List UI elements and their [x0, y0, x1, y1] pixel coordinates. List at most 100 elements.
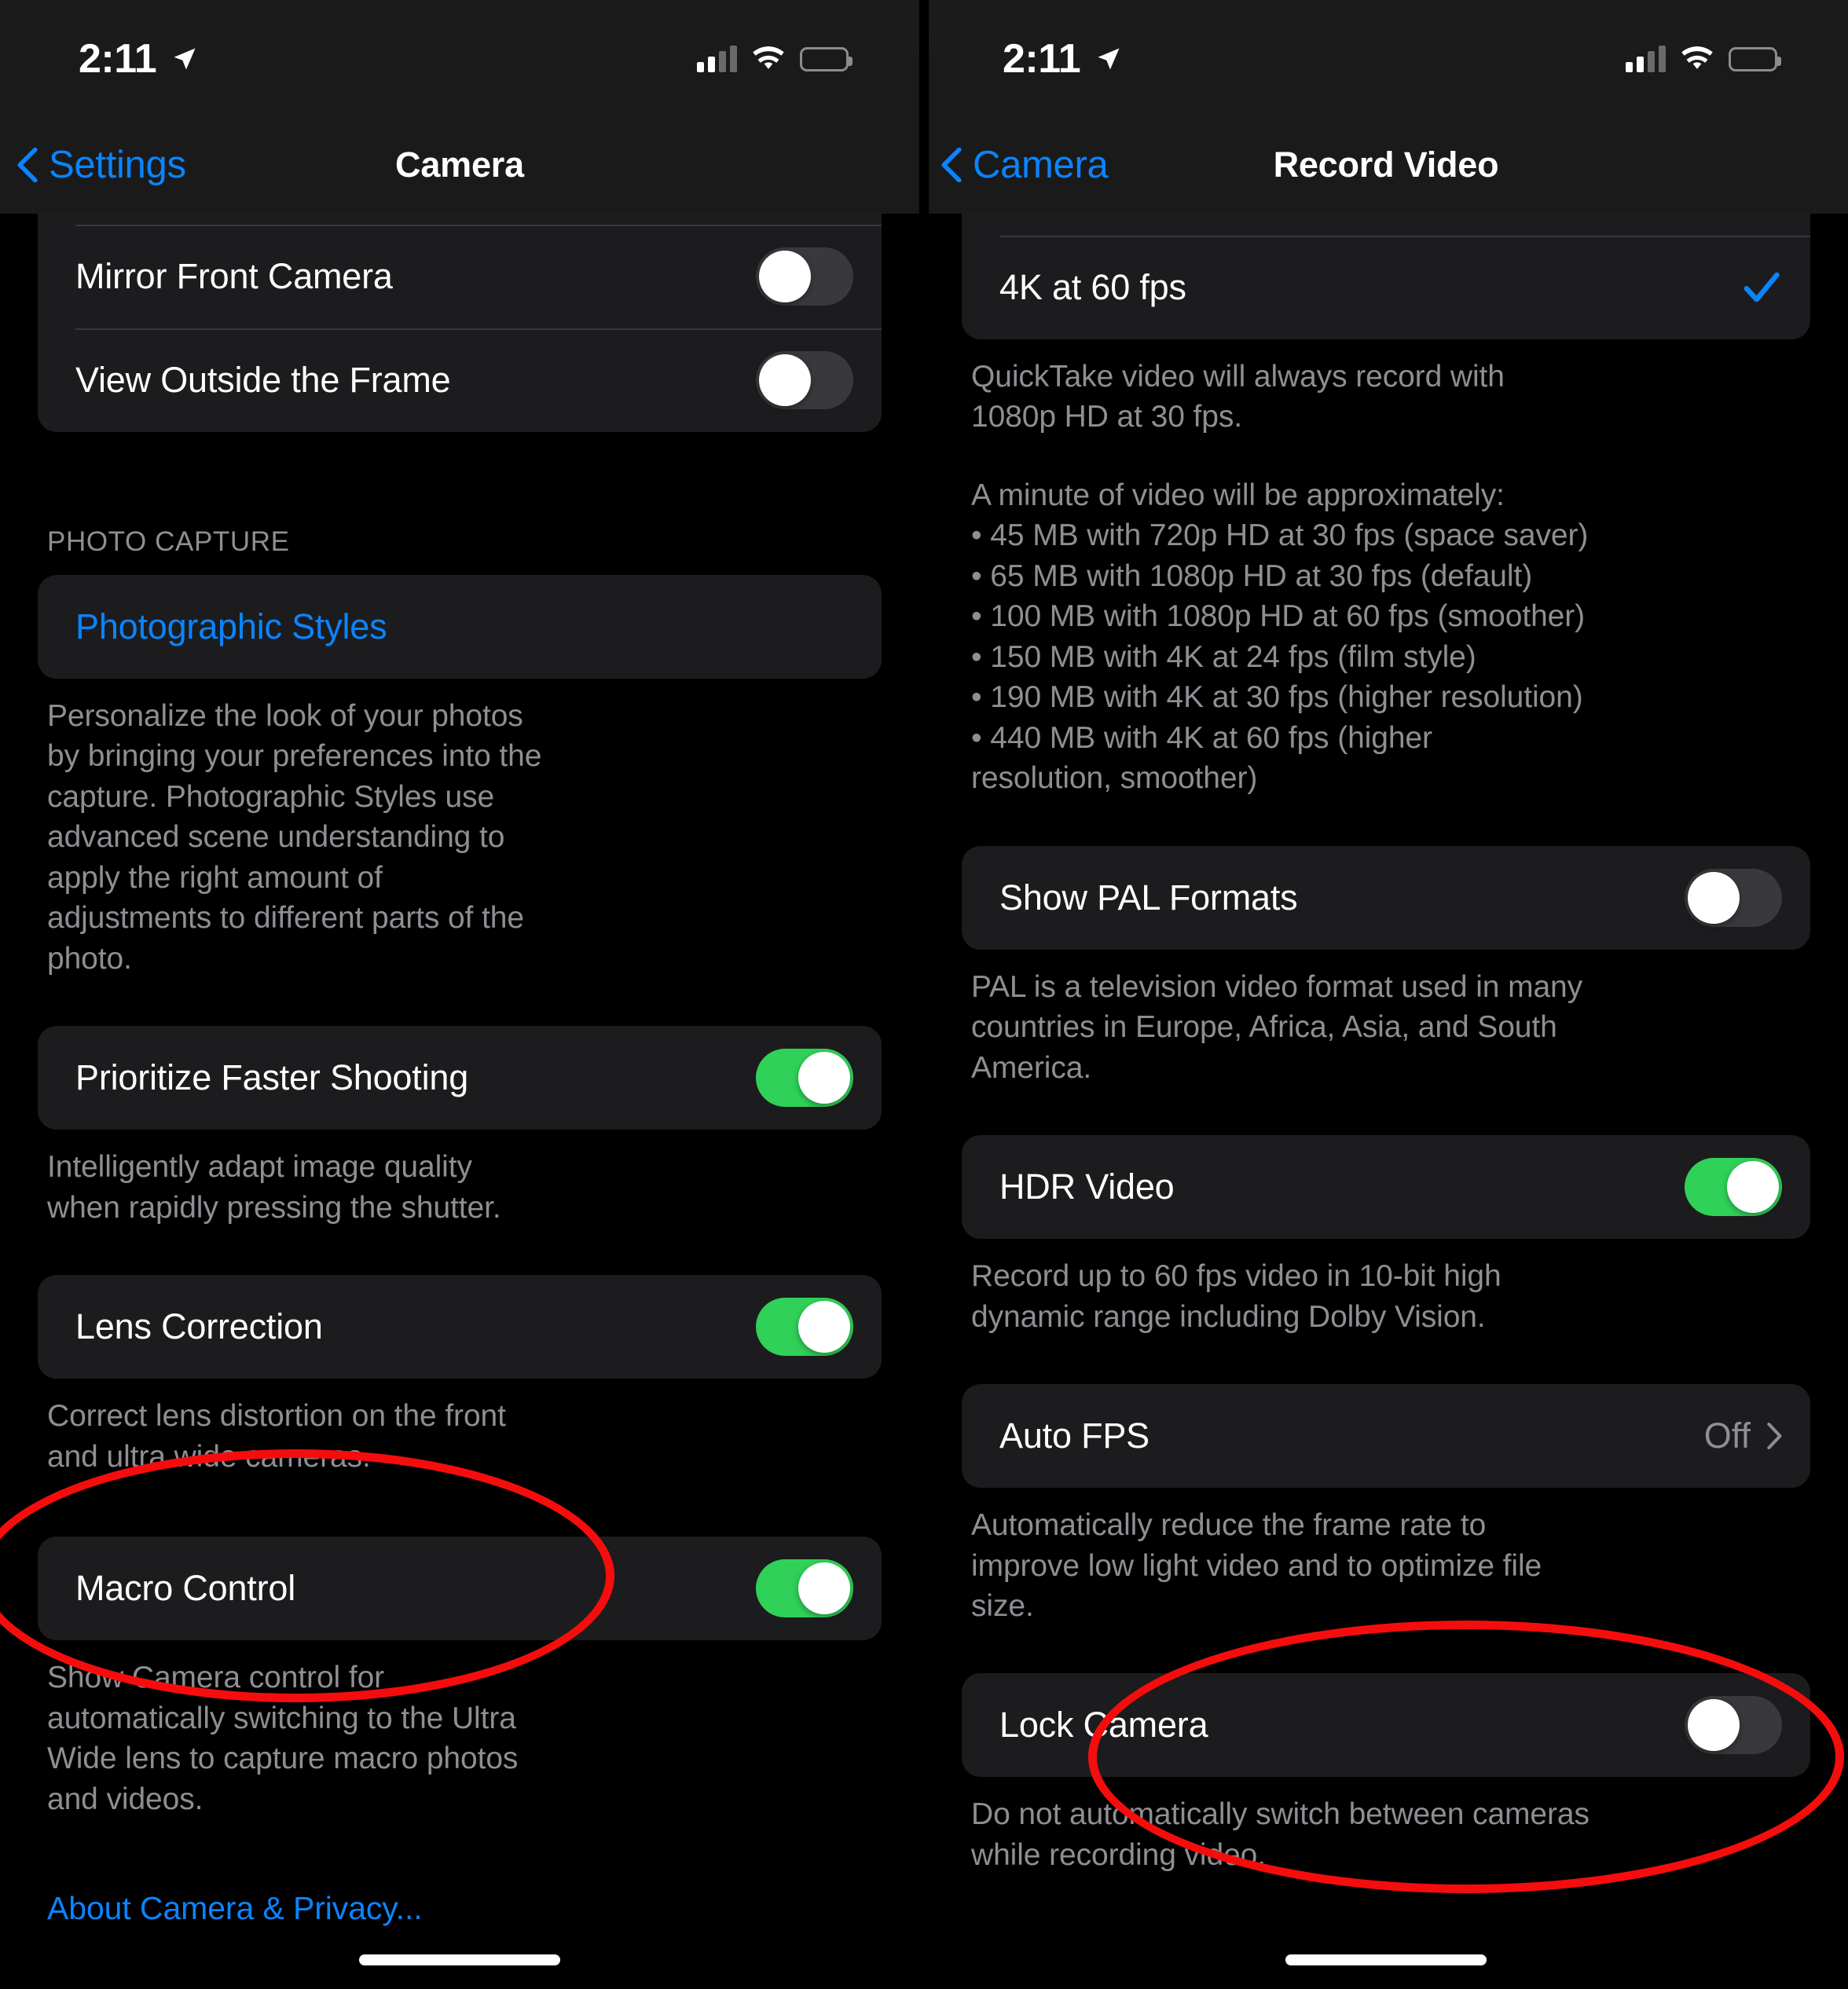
panel-divider: [919, 0, 929, 1989]
status-time: 2:11: [1003, 36, 1081, 82]
toggle-prioritize-faster-shooting[interactable]: [756, 1049, 853, 1108]
hdr-video-group: HDR Video: [962, 1135, 1810, 1240]
home-indicator[interactable]: [359, 1954, 560, 1965]
toggle-hdr-video[interactable]: [1685, 1158, 1782, 1217]
macro-control-group: Macro Control: [38, 1537, 882, 1641]
size-bullet-list: • 45 MB with 720p HD at 30 fps (space sa…: [971, 515, 1801, 798]
footnote-size-list: A minute of video will be approximately:…: [924, 475, 1848, 799]
row-mirror-front-camera[interactable]: Mirror Front Camera: [38, 225, 882, 328]
row-label-macro-control: Macro Control: [75, 1568, 295, 1609]
list-item: • 65 MB with 1080p HD at 30 fps (default…: [971, 559, 1533, 593]
status-bar-right: [1626, 46, 1781, 72]
wifi-icon: [753, 46, 784, 69]
home-indicator[interactable]: [1285, 1954, 1487, 1965]
status-bar-left: 2:11: [1003, 38, 1123, 79]
back-button-label: Settings: [49, 144, 186, 186]
back-button-label: Camera: [973, 144, 1109, 186]
size-intro-text: A minute of video will be approximately:: [971, 478, 1505, 512]
chevron-right-icon: [1767, 1423, 1782, 1450]
row-label-4k-60fps: 4K at 60 fps: [999, 267, 1186, 307]
row-label-hdr-video: HDR Video: [999, 1167, 1175, 1207]
lens-correction-group: Lens Correction: [38, 1275, 882, 1379]
checkmark-icon: [1744, 272, 1780, 302]
row-label-photographic-styles: Photographic Styles: [75, 606, 387, 647]
row-label-lens-correction: Lens Correction: [75, 1306, 323, 1347]
row-label-view-outside-the-frame: View Outside the Frame: [75, 360, 451, 400]
location-arrow-icon: [1098, 48, 1120, 70]
wifi-icon: [1681, 46, 1713, 69]
row-value-auto-fps: Off: [1703, 1416, 1751, 1456]
row-4k-60fps[interactable]: 4K at 60 fps: [962, 236, 1810, 339]
right-phone-screen: 4K at 30 fps 4K at 60 fps QuickTake vide…: [924, 0, 1848, 1989]
row-hdr-video[interactable]: HDR Video: [962, 1135, 1810, 1239]
footnote-lens-correction: Correct lens distortion on the front and…: [47, 1399, 506, 1474]
toggle-lens-correction[interactable]: [756, 1298, 853, 1357]
prioritize-faster-shooting-group: Prioritize Faster Shooting: [38, 1026, 882, 1130]
status-time: 2:11: [79, 36, 157, 82]
section-header-photo-capture: PHOTO CAPTURE: [47, 526, 290, 557]
battery-icon: [800, 46, 852, 71]
footnote-hdr-video: Record up to 60 fps video in 10-bit high…: [971, 1259, 1502, 1334]
toggle-show-pal-formats[interactable]: [1685, 868, 1782, 927]
photographic-styles-group: Photographic Styles: [38, 575, 882, 679]
toggle-lock-camera[interactable]: [1685, 1696, 1782, 1755]
footnote-macro-control: Show Camera control for automatically sw…: [47, 1661, 519, 1816]
row-lens-correction[interactable]: Lens Correction: [38, 1275, 882, 1379]
right-nav-bar: Camera Record Video: [924, 118, 1848, 212]
row-photographic-styles[interactable]: Photographic Styles: [38, 575, 882, 679]
left-nav-bar: Settings Camera: [0, 118, 919, 212]
list-item: • 190 MB with 4K at 30 fps (higher resol…: [971, 680, 1583, 715]
left-status-bar: 2:11: [0, 0, 919, 118]
toggle-knob: [759, 354, 811, 406]
toggle-mirror-front-camera[interactable]: [756, 247, 853, 306]
auto-fps-group: Auto FPS Off: [962, 1384, 1810, 1489]
footnote-pal: PAL is a television video format used in…: [971, 969, 1583, 1085]
toggle-knob: [1688, 871, 1740, 924]
status-bar-left: 2:11: [79, 38, 199, 79]
footnote-prioritize-faster-shooting: Intelligently adapt image quality when r…: [47, 1150, 501, 1225]
toggle-knob: [798, 1052, 850, 1104]
show-pal-formats-group: Show PAL Formats: [962, 845, 1810, 950]
row-view-outside-the-frame[interactable]: View Outside the Frame: [38, 328, 882, 432]
right-status-bar: 2:11: [924, 0, 1848, 118]
row-prioritize-faster-shooting[interactable]: Prioritize Faster Shooting: [38, 1026, 882, 1130]
row-label-mirror-front-camera: Mirror Front Camera: [75, 256, 393, 296]
cellular-signal-icon: [1626, 46, 1666, 72]
toggle-knob: [759, 251, 811, 302]
toggle-knob: [798, 1562, 850, 1615]
list-item: • 100 MB with 1080p HD at 60 fps (smooth…: [971, 599, 1586, 634]
row-auto-fps[interactable]: Auto FPS Off: [962, 1384, 1810, 1488]
back-button-camera[interactable]: Camera: [924, 143, 1109, 187]
footnote-auto-fps: Automatically reduce the frame rate to i…: [971, 1508, 1542, 1623]
cellular-signal-icon: [697, 46, 737, 72]
location-arrow-icon: [174, 48, 196, 70]
row-label-prioritize-faster-shooting: Prioritize Faster Shooting: [75, 1057, 469, 1098]
row-label-show-pal-formats: Show PAL Formats: [999, 877, 1298, 918]
list-item: • 440 MB with 4K at 60 fps (higher resol…: [971, 720, 1432, 796]
toggle-macro-control[interactable]: [756, 1559, 853, 1618]
row-label-auto-fps: Auto FPS: [999, 1416, 1150, 1456]
row-right-auto-fps: Off: [1704, 1416, 1782, 1456]
toggle-knob: [1688, 1699, 1740, 1752]
link-about-camera-privacy[interactable]: About Camera & Privacy...: [0, 1890, 919, 1927]
left-scroll-content[interactable]: Grid Mirror Front Camera View Outside th…: [0, 0, 919, 1989]
footnote-photographic-styles: Personalize the look of your photos by b…: [47, 699, 542, 976]
lock-camera-group: Lock Camera: [962, 1673, 1810, 1778]
row-macro-control[interactable]: Macro Control: [38, 1537, 882, 1640]
chevron-left-icon: [17, 148, 38, 182]
footnote-quicktake: QuickTake video will always record with …: [971, 360, 1505, 434]
left-phone-screen: Grid Mirror Front Camera View Outside th…: [0, 0, 924, 1989]
row-lock-camera[interactable]: Lock Camera: [962, 1673, 1810, 1777]
back-button-settings[interactable]: Settings: [0, 143, 186, 187]
toggle-view-outside-the-frame[interactable]: [756, 351, 853, 409]
toggle-knob: [1727, 1161, 1779, 1214]
toggle-knob: [798, 1301, 850, 1353]
footnote-lock-camera: Do not automatically switch between came…: [971, 1797, 1590, 1872]
chevron-left-icon: [941, 148, 962, 182]
list-item: • 45 MB with 720p HD at 30 fps (space sa…: [971, 518, 1589, 553]
battery-icon: [1729, 46, 1781, 71]
status-bar-right: [697, 46, 852, 72]
dual-screenshot-stage: Grid Mirror Front Camera View Outside th…: [0, 0, 1848, 1989]
row-show-pal-formats[interactable]: Show PAL Formats: [962, 846, 1810, 950]
right-scroll-content[interactable]: 4K at 30 fps 4K at 60 fps QuickTake vide…: [924, 0, 1848, 1989]
